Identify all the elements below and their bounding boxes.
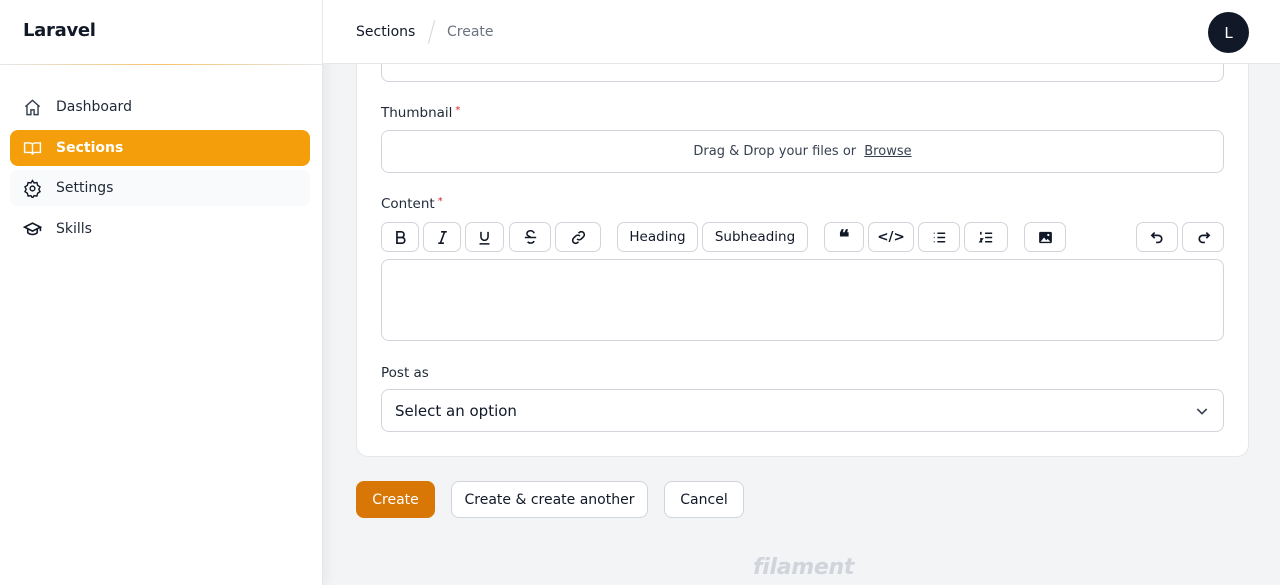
sidebar-item-skills[interactable]: Skills <box>10 211 310 247</box>
photo-icon <box>1038 231 1052 243</box>
browse-link[interactable]: Browse <box>864 144 911 159</box>
ordered-list-button[interactable] <box>964 222 1008 252</box>
code-icon: </> <box>877 229 905 245</box>
italic-icon <box>437 230 447 244</box>
subheading-button[interactable]: Subheading <box>702 222 808 252</box>
redo-icon <box>1197 231 1210 243</box>
post-as-label: Post as <box>381 365 429 381</box>
label-text: Content <box>381 196 435 212</box>
label-text: Thumbnail <box>381 105 453 121</box>
ordered-list-icon <box>978 231 992 243</box>
content-label: Content * <box>381 196 443 212</box>
academic-cap-icon <box>23 221 42 235</box>
undo-icon <box>1150 231 1163 243</box>
attach-image-button[interactable] <box>1024 222 1066 252</box>
thumbnail-dropzone[interactable]: Drag & Drop your files or Browse <box>381 130 1224 173</box>
dropzone-text: Drag & Drop your files or <box>693 144 861 159</box>
home-icon <box>24 98 41 115</box>
select-placeholder: Select an option <box>395 401 517 420</box>
sidebar-item-label: Dashboard <box>56 99 132 115</box>
book-open-icon <box>23 141 42 155</box>
strike-button[interactable] <box>509 222 551 252</box>
strikethrough-icon <box>524 229 536 244</box>
post-as-select[interactable]: Select an option <box>381 389 1224 432</box>
filament-logo[interactable]: filament <box>753 555 854 580</box>
blockquote-button[interactable]: ❝ <box>824 222 864 252</box>
quote-icon: ❝ <box>838 225 850 249</box>
sidebar-item-label: Sections <box>56 140 124 156</box>
required-mark: * <box>437 196 443 207</box>
sidebar-item-dashboard[interactable]: Dashboard <box>10 89 310 125</box>
cancel-button[interactable]: Cancel <box>664 481 744 518</box>
code-block-button[interactable]: </> <box>868 222 914 252</box>
bold-icon <box>395 230 406 244</box>
content-editor[interactable] <box>381 259 1224 341</box>
bullet-list-button[interactable] <box>918 222 960 252</box>
undo-button[interactable] <box>1136 222 1178 252</box>
link-button[interactable] <box>555 222 601 252</box>
redo-button[interactable] <box>1182 222 1224 252</box>
chevron-down-icon <box>1196 407 1208 415</box>
breadcrumb-create[interactable]: Create <box>447 24 494 40</box>
heading-button[interactable]: Heading <box>617 222 698 252</box>
sidebar: Laravel Dashboard Sections Settings Skil… <box>0 0 323 585</box>
underline-button[interactable] <box>465 222 504 252</box>
breadcrumb-sections[interactable]: Sections <box>356 24 415 40</box>
brand-logo[interactable]: Laravel <box>23 20 96 41</box>
create-button[interactable]: Create <box>356 481 435 518</box>
divider <box>0 64 322 65</box>
thumbnail-label: Thumbnail * <box>381 105 460 121</box>
sidebar-item-sections[interactable]: Sections <box>10 130 310 166</box>
gear-icon <box>24 178 41 198</box>
link-icon <box>571 230 585 244</box>
required-mark: * <box>455 105 461 116</box>
sidebar-item-label: Skills <box>56 221 92 237</box>
avatar[interactable]: L <box>1208 12 1249 53</box>
sidebar-item-settings[interactable]: Settings <box>10 170 310 206</box>
create-another-button[interactable]: Create & create another <box>451 481 648 518</box>
italic-button[interactable] <box>423 222 461 252</box>
underline-icon <box>479 231 490 245</box>
sidebar-item-label: Settings <box>56 180 114 196</box>
bullet-list-icon <box>933 231 945 243</box>
bold-button[interactable] <box>381 222 419 252</box>
